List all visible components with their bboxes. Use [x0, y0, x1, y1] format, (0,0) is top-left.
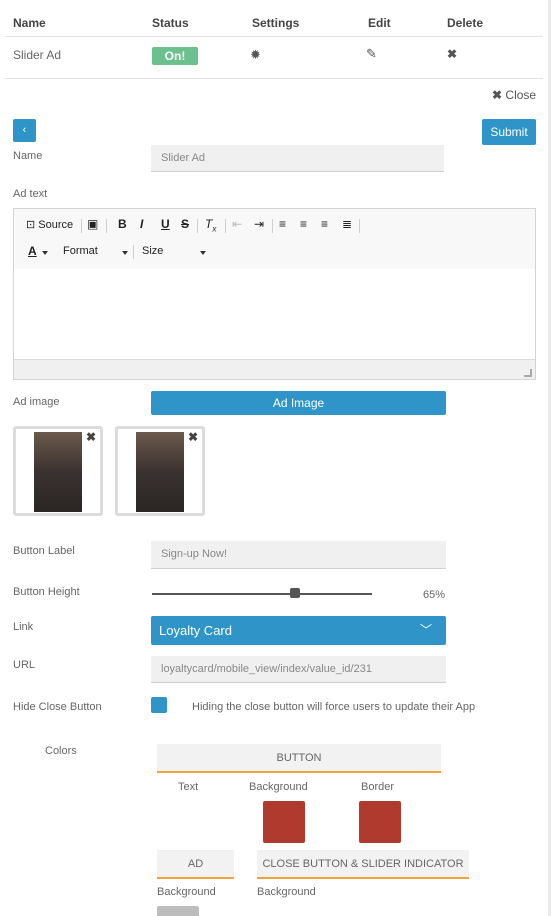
ad-background-label: Background	[157, 886, 216, 898]
bold-button[interactable]: B	[118, 217, 127, 231]
editor-content[interactable]	[14, 269, 535, 359]
close-slider-tab-underline	[257, 877, 469, 879]
indent-icon[interactable]: ⇥	[254, 217, 264, 231]
ad-image-preview	[34, 432, 82, 512]
toolbar-separator	[197, 219, 198, 233]
image-icon[interactable]: ▣	[87, 217, 98, 231]
editor-footer	[14, 359, 535, 379]
pencil-icon[interactable]: ✎	[366, 46, 377, 62]
hide-close-checkbox[interactable]	[151, 697, 167, 713]
text-color-label: Text	[178, 781, 199, 793]
delete-icon[interactable]: ✖	[447, 47, 457, 61]
slider-handle[interactable]	[290, 588, 300, 598]
ad-image-button[interactable]: Ad Image	[151, 391, 446, 415]
header-divider	[5, 36, 543, 37]
button-colors-tab[interactable]: BUTTON	[157, 744, 441, 772]
col-header-name: Name	[13, 16, 46, 30]
close-label: Close	[505, 88, 537, 102]
url-label: URL	[13, 659, 36, 671]
format-dropdown[interactable]: Format	[63, 245, 98, 257]
gear-icon[interactable]: ✹	[250, 47, 261, 63]
hide-close-hint: Hiding the close button will force users…	[192, 701, 476, 713]
chevron-down-icon	[122, 251, 128, 255]
ad-image-preview	[136, 432, 184, 512]
toolbar-separator	[81, 219, 82, 233]
source-label: Source	[38, 219, 74, 231]
submit-button[interactable]: Submit	[482, 119, 536, 145]
chevron-down-icon: ﹀	[419, 623, 432, 637]
back-button[interactable]: ‹	[13, 119, 36, 142]
button-tab-underline	[157, 771, 441, 773]
toolbar-separator	[225, 219, 226, 233]
toolbar-separator	[106, 219, 107, 233]
button-background-swatch[interactable]	[263, 801, 305, 843]
ad-text-editor: ⊡ Source ▣ B I U S Tx ⇤ ⇥ ≡ ≡ ≡ ≣ A Form…	[13, 208, 536, 380]
link-select-value: Loyalty Card	[159, 623, 232, 638]
colors-label: Colors	[45, 745, 77, 757]
strike-button[interactable]: S	[181, 217, 189, 231]
align-justify-icon[interactable]: ≣	[342, 217, 352, 231]
background-color-label: Background	[249, 781, 308, 793]
align-center-icon[interactable]: ≡	[300, 217, 307, 231]
source-icon: ⊡	[26, 219, 36, 231]
text-color-button[interactable]: A	[28, 244, 37, 258]
underline-button[interactable]: U	[161, 217, 170, 231]
ad-image-thumb-2[interactable]: ✖	[115, 426, 205, 516]
editor-toolbar: ⊡ Source ▣ B I U S Tx ⇤ ⇥ ≡ ≡ ≡ ≣ A Form…	[14, 209, 535, 269]
italic-button[interactable]: I	[140, 217, 143, 231]
close-background-label: Background	[257, 886, 316, 898]
row-name: Slider Ad	[13, 48, 62, 62]
col-header-status: Status	[152, 16, 189, 30]
toolbar-separator	[359, 219, 360, 233]
button-height-slider[interactable]	[152, 593, 372, 595]
source-button[interactable]: ⊡ Source	[26, 218, 73, 231]
align-left-icon[interactable]: ≡	[279, 217, 286, 231]
ad-text-label: Ad text	[13, 188, 48, 200]
name-input[interactable]: Slider Ad	[151, 145, 444, 172]
ad-tab-underline	[157, 877, 234, 879]
size-dropdown[interactable]: Size	[142, 245, 163, 257]
name-label: Name	[13, 150, 43, 162]
chevron-left-icon: ‹	[22, 124, 27, 136]
col-header-settings: Settings	[252, 16, 300, 30]
button-height-value: 65%	[423, 589, 446, 601]
close-slider-colors-tab[interactable]: CLOSE BUTTON & SLIDER INDICATOR	[257, 850, 469, 878]
border-color-label: Border	[361, 781, 395, 793]
toolbar-separator	[272, 219, 273, 233]
link-label: Link	[13, 621, 34, 633]
row-divider	[5, 78, 543, 79]
close-icon: ✖	[492, 88, 503, 102]
ad-background-swatch[interactable]	[157, 906, 199, 916]
resize-handle-icon[interactable]	[524, 369, 532, 377]
outdent-icon[interactable]: ⇤	[232, 217, 242, 231]
ad-image-label: Ad image	[13, 396, 60, 408]
remove-image-icon[interactable]: ✖	[188, 430, 198, 444]
button-border-swatch[interactable]	[359, 801, 401, 843]
chevron-down-icon	[42, 251, 48, 255]
close-button[interactable]: ✖ Close	[492, 88, 536, 102]
col-header-edit: Edit	[368, 16, 391, 30]
status-badge[interactable]: On!	[152, 47, 198, 65]
url-input[interactable]: loyaltycard/mobile_view/index/value_id/2…	[151, 656, 446, 683]
remove-image-icon[interactable]: ✖	[86, 430, 96, 444]
button-label-input[interactable]: Sign-up Now!	[151, 541, 446, 569]
toolbar-separator	[133, 245, 134, 259]
ad-panel: Name Status Settings Edit Delete Slider …	[0, 0, 548, 916]
hide-close-label: Hide Close Button	[13, 701, 102, 713]
button-height-label: Button Height	[13, 586, 80, 598]
remove-format-icon[interactable]: Tx	[205, 217, 216, 233]
align-right-icon[interactable]: ≡	[321, 217, 328, 231]
col-header-delete: Delete	[447, 16, 484, 30]
link-select[interactable]: Loyalty Card ﹀	[151, 616, 446, 645]
ad-colors-tab[interactable]: AD	[157, 850, 234, 878]
chevron-down-icon	[200, 251, 206, 255]
ad-image-thumb-1[interactable]: ✖	[13, 426, 103, 516]
button-label-label: Button Label	[13, 545, 75, 557]
